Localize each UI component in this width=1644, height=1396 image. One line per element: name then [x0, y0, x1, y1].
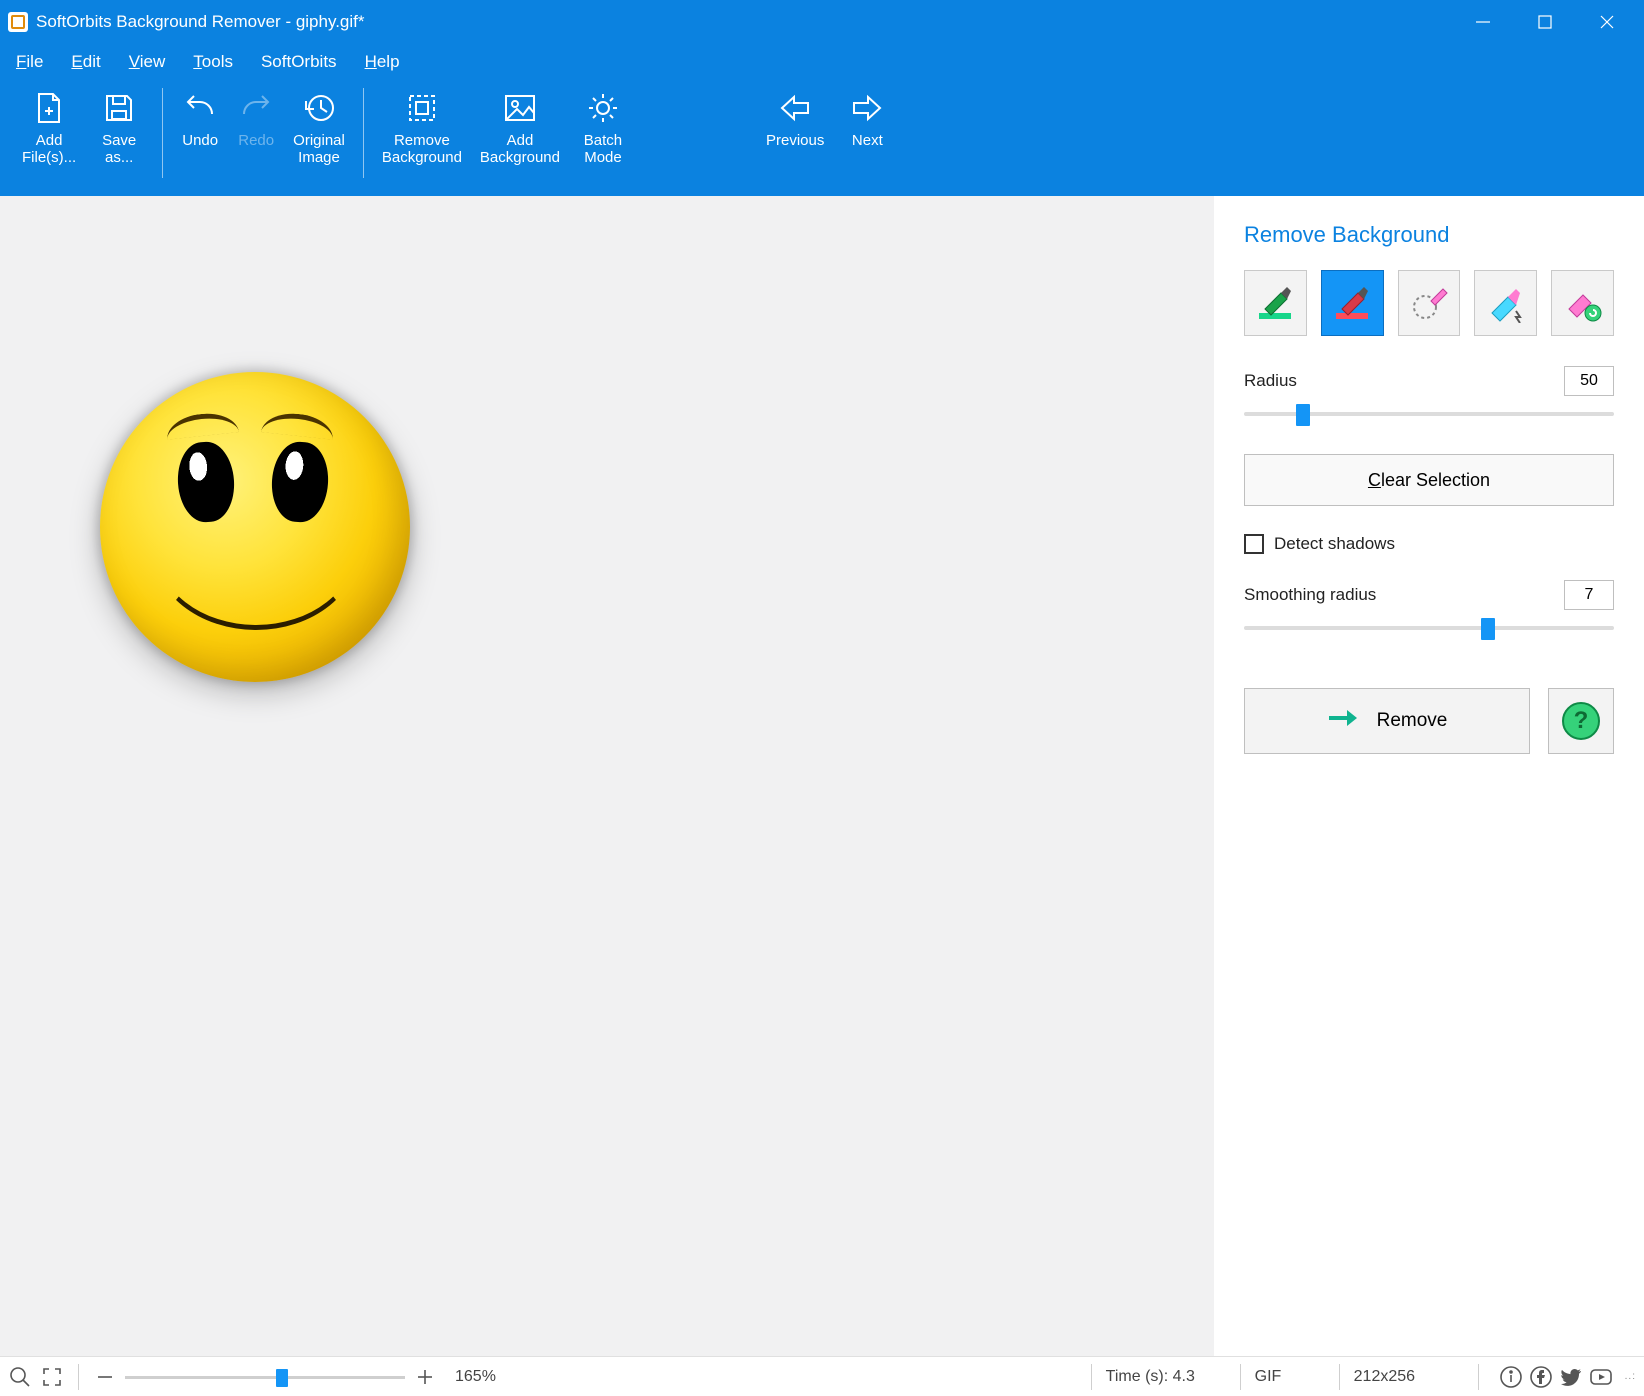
add-bg-label: AddBackground	[480, 132, 560, 167]
dimensions-label: 212x256	[1354, 1368, 1464, 1386]
undo-icon	[182, 88, 218, 128]
menu-tools[interactable]: Tools	[193, 52, 233, 72]
arrow-left-icon	[778, 88, 812, 128]
next-button[interactable]: Next	[838, 86, 896, 151]
image-canvas[interactable]	[0, 196, 1214, 1356]
menu-view[interactable]: View	[129, 52, 166, 72]
redo-icon	[238, 88, 274, 128]
mark-keep-tool[interactable]	[1244, 270, 1307, 336]
facebook-icon[interactable]	[1529, 1365, 1553, 1389]
radius-input[interactable]	[1564, 366, 1614, 396]
format-label: GIF	[1255, 1368, 1325, 1386]
menu-softorbits[interactable]: SoftOrbits	[261, 52, 337, 72]
smoothing-label: Smoothing radius	[1244, 585, 1376, 605]
smoothing-slider[interactable]	[1244, 616, 1614, 640]
zoom-slider[interactable]	[125, 1369, 405, 1385]
radius-label: Radius	[1244, 371, 1297, 391]
app-icon	[8, 12, 28, 32]
remove-button[interactable]: Remove	[1244, 688, 1530, 754]
zoom-out-button[interactable]	[93, 1365, 117, 1389]
redo-label: Redo	[238, 132, 274, 149]
zoom-percent: 165%	[455, 1368, 496, 1386]
youtube-icon[interactable]	[1589, 1365, 1613, 1389]
add-background-button[interactable]: AddBackground	[476, 86, 564, 169]
canvas-image	[100, 372, 410, 682]
minimize-button[interactable]	[1452, 0, 1514, 44]
resize-grip[interactable]: ..:	[1625, 1371, 1636, 1382]
maximize-button[interactable]	[1514, 0, 1576, 44]
marker-tools	[1244, 270, 1614, 336]
zoom-fit-icon[interactable]	[8, 1365, 32, 1389]
go-arrow-icon	[1327, 707, 1357, 735]
window-title: SoftOrbits Background Remover - giphy.gi…	[36, 12, 365, 32]
close-button[interactable]	[1576, 0, 1638, 44]
batch-mode-button[interactable]: BatchMode	[574, 86, 632, 169]
menu-file[interactable]: File	[16, 52, 43, 72]
menu-bar: File Edit View Tools SoftOrbits Help	[0, 44, 1644, 80]
lasso-erase-tool[interactable]	[1398, 270, 1461, 336]
menu-help[interactable]: Help	[365, 52, 400, 72]
image-icon	[503, 88, 537, 128]
save-as-button[interactable]: Saveas...	[90, 86, 148, 169]
arrow-right-icon	[850, 88, 884, 128]
info-icon[interactable]	[1499, 1365, 1523, 1389]
toolbar: AddFile(s)... Saveas... Undo Redo O	[0, 80, 1644, 196]
twitter-icon[interactable]	[1559, 1365, 1583, 1389]
status-bar: 165% Time (s): 4.3 GIF 212x256 ..:	[0, 1356, 1644, 1396]
add-files-label: AddFile(s)...	[22, 132, 76, 167]
main-area: Remove Background Radius	[0, 196, 1644, 1356]
time-label: Time (s): 4.3	[1106, 1368, 1226, 1386]
title-bar: SoftOrbits Background Remover - giphy.gi…	[0, 0, 1644, 44]
fullscreen-icon[interactable]	[40, 1365, 64, 1389]
mark-remove-tool[interactable]	[1321, 270, 1384, 336]
detect-shadows-label: Detect shadows	[1274, 534, 1395, 554]
save-as-label: Saveas...	[102, 132, 136, 167]
menu-edit[interactable]: Edit	[71, 52, 100, 72]
add-file-icon	[32, 88, 66, 128]
help-button[interactable]: ?	[1548, 688, 1614, 754]
help-icon: ?	[1562, 702, 1600, 740]
radius-slider[interactable]	[1244, 402, 1614, 426]
auto-erase-tool[interactable]	[1474, 270, 1537, 336]
remove-background-button[interactable]: RemoveBackground	[378, 86, 466, 169]
undo-button[interactable]: Undo	[177, 86, 223, 151]
refresh-tool[interactable]	[1551, 270, 1614, 336]
save-icon	[102, 88, 136, 128]
history-icon	[302, 88, 336, 128]
batch-mode-label: BatchMode	[584, 132, 622, 167]
previous-label: Previous	[766, 132, 824, 149]
previous-button[interactable]: Previous	[762, 86, 828, 151]
next-label: Next	[852, 132, 883, 149]
redo-button[interactable]: Redo	[233, 86, 279, 151]
smoothing-input[interactable]	[1564, 580, 1614, 610]
clear-selection-button[interactable]: Clear Selection	[1244, 454, 1614, 506]
original-image-label: OriginalImage	[293, 132, 345, 167]
add-files-button[interactable]: AddFile(s)...	[18, 86, 80, 169]
cut-bg-icon	[405, 88, 439, 128]
original-image-button[interactable]: OriginalImage	[289, 86, 349, 169]
panel-title: Remove Background	[1244, 222, 1614, 248]
side-panel: Remove Background Radius	[1214, 196, 1644, 1356]
zoom-in-button[interactable]	[413, 1365, 437, 1389]
undo-label: Undo	[182, 132, 218, 149]
detect-shadows-checkbox[interactable]	[1244, 534, 1264, 554]
gear-icon	[586, 88, 620, 128]
remove-bg-label: RemoveBackground	[382, 132, 462, 167]
